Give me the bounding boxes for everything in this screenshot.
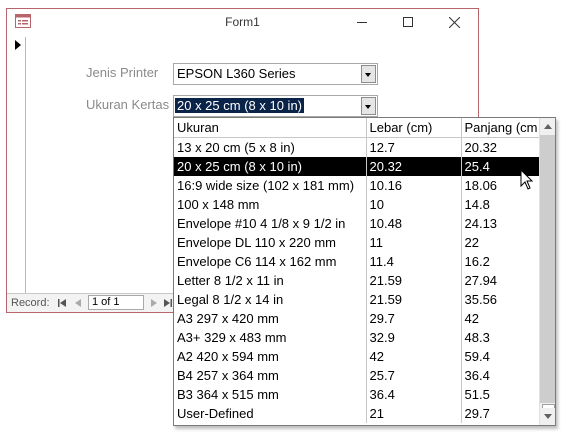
maximize-icon [403,17,413,27]
close-button[interactable] [431,9,477,35]
width-cell: 21.59 [366,290,462,309]
table-row[interactable]: A2 420 x 594 mm 42 59.4 [174,347,542,366]
table-row[interactable]: Legal 8 1/2 x 14 in 21.59 35.56 [174,290,542,309]
table-header-row: Ukuran Lebar (cm) Panjang (cm [174,118,542,138]
length-cell: 24.13 [461,214,542,233]
paper-size-combo-value: 20 x 25 cm (8 x 10 in) [175,98,304,113]
table-row[interactable]: Envelope C6 114 x 162 mm 11.4 16.2 [174,252,542,271]
printer-combo-value: EPSON L360 Series [177,66,296,81]
width-cell: 10.16 [366,176,462,195]
size-cell: Envelope DL 110 x 220 mm [174,233,367,252]
length-cell: 20.32 [461,137,542,157]
width-cell: 21.59 [366,271,462,290]
column-header: Lebar (cm) [366,118,462,138]
length-cell: 42 [461,309,542,328]
width-cell: 11 [366,233,462,252]
width-cell: 32.9 [366,328,462,347]
size-cell: A2 420 x 594 mm [174,347,367,366]
width-cell: 10.48 [366,214,462,233]
length-cell: 51.5 [461,385,542,404]
width-cell: 42 [366,347,462,366]
size-cell: A3+ 329 x 483 mm [174,328,367,347]
width-cell: 11.4 [366,252,462,271]
printer-combo[interactable]: EPSON L360 Series [173,63,378,85]
record-selector-icon [15,40,21,50]
table-row[interactable]: 13 x 20 cm (5 x 8 in) 12.7 20.32 [174,137,542,157]
width-cell: 29.7 [366,309,462,328]
length-cell: 16.2 [461,252,542,271]
scroll-down-icon[interactable] [540,408,555,425]
size-cell: Letter 8 1/2 x 11 in [174,271,367,290]
table-row[interactable]: Letter 8 1/2 x 11 in 21.59 27.94 [174,271,542,290]
table-row[interactable]: B3 364 x 515 mm 36.4 51.5 [174,385,542,404]
table-row[interactable]: 20 x 25 cm (8 x 10 in) 20.32 25.4 [174,157,542,176]
minimize-icon [357,22,367,23]
length-cell: 48.3 [461,328,542,347]
table-row[interactable]: Envelope #10 4 1/8 x 9 1/2 in 10.48 24.13 [174,214,542,233]
size-cell: 16:9 wide size (102 x 181 mm) [174,176,367,195]
length-cell: 14.8 [461,195,542,214]
table-row[interactable]: 16:9 wide size (102 x 181 mm) 10.16 18.06 [174,176,542,195]
paper-size-table: Ukuran Lebar (cm) Panjang (cm 13 x 20 cm… [174,118,542,423]
scrollbar-track[interactable] [540,135,555,403]
width-cell: 21 [366,404,462,423]
table-row[interactable]: A3+ 329 x 483 mm 32.9 48.3 [174,328,542,347]
table-row[interactable]: 100 x 148 mm 10 14.8 [174,195,542,214]
table-row[interactable]: A3 297 x 420 mm 29.7 42 [174,309,542,328]
size-cell: 13 x 20 cm (5 x 8 in) [174,137,367,157]
combo-arrow-icon[interactable] [361,65,376,83]
size-cell: B4 257 x 364 mm [174,366,367,385]
size-cell: Envelope #10 4 1/8 x 9 1/2 in [174,214,367,233]
maximize-button[interactable] [385,9,431,35]
record-selector[interactable] [13,37,26,295]
vertical-scrollbar[interactable] [539,118,555,425]
size-cell: A3 297 x 420 mm [174,309,367,328]
scroll-up-icon[interactable] [540,118,555,135]
size-cell: User-Defined [174,404,367,423]
printer-label: Jenis Printer [86,65,159,80]
size-cell: 20 x 25 cm (8 x 10 in) [174,157,367,176]
table-row[interactable]: Envelope DL 110 x 220 mm 11 22 [174,233,542,252]
minimize-button[interactable] [339,9,385,35]
width-cell: 10 [366,195,462,214]
width-cell: 12.7 [366,137,462,157]
first-record-icon[interactable] [56,296,68,309]
length-cell: 22 [461,233,542,252]
paper-size-label: Ukuran Kertas [86,97,170,112]
next-record-icon[interactable] [148,296,160,309]
width-cell: 25.7 [366,366,462,385]
length-cell: 35.56 [461,290,542,309]
paper-size-combo[interactable]: 20 x 25 cm (8 x 10 in) [173,95,378,117]
table-row[interactable]: B4 257 x 364 mm 25.7 36.4 [174,366,542,385]
length-cell: 29.7 [461,404,542,423]
close-icon [448,16,460,28]
size-cell: Legal 8 1/2 x 14 in [174,290,367,309]
column-header: Ukuran [174,118,367,138]
paper-size-dropdown-list[interactable]: Ukuran Lebar (cm) Panjang (cm 13 x 20 cm… [173,117,556,426]
size-cell: B3 364 x 515 mm [174,385,367,404]
width-cell: 20.32 [366,157,462,176]
width-cell: 36.4 [366,385,462,404]
record-position-field[interactable]: 1 of 1 [88,295,144,310]
record-label: Record: [11,297,50,309]
size-cell: Envelope C6 114 x 162 mm [174,252,367,271]
table-row[interactable]: User-Defined 21 29.7 [174,404,542,423]
mouse-cursor-icon [520,169,534,190]
length-cell: 27.94 [461,271,542,290]
previous-record-icon[interactable] [72,296,84,309]
size-cell: 100 x 148 mm [174,195,367,214]
length-cell: 36.4 [461,366,542,385]
column-header: Panjang (cm [461,118,542,138]
title-bar[interactable]: Form1 [7,9,478,35]
combo-arrow-icon[interactable] [361,97,376,115]
record-navigation-bar: Record: 1 of 1 [7,293,175,312]
length-cell: 59.4 [461,347,542,366]
